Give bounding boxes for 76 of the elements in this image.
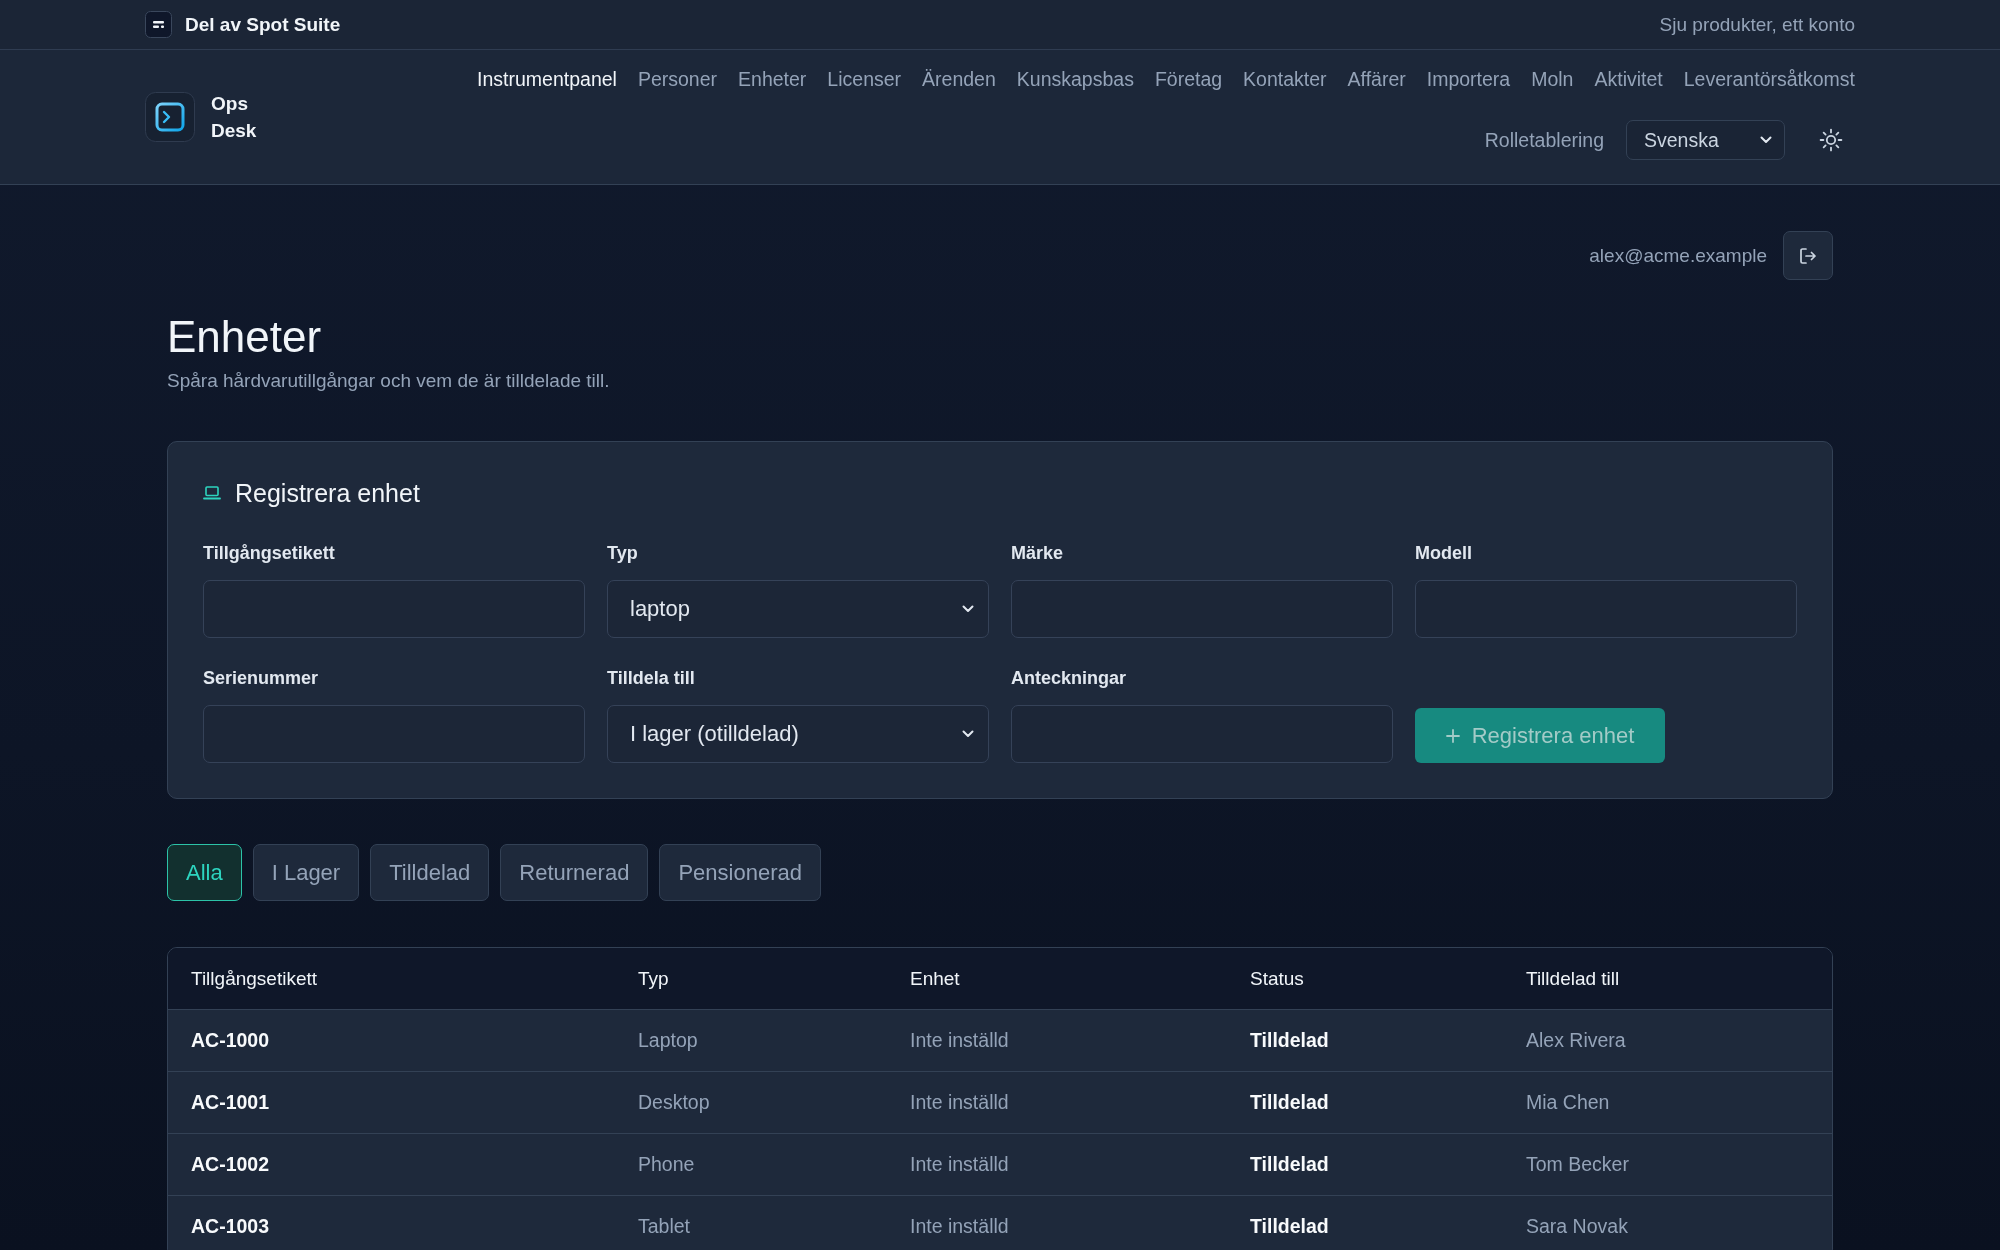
nav-link[interactable]: Aktivitet [1594, 67, 1663, 91]
table-cell: Alex Rivera [1503, 1010, 1832, 1072]
column-header: Typ [615, 948, 887, 1010]
table-cell: Sara Novak [1503, 1196, 1832, 1250]
app-logo-icon [145, 92, 195, 142]
nav-link[interactable]: Instrumentpanel [477, 67, 617, 91]
nav-link[interactable]: Leverantörsåtkomst [1683, 67, 1855, 91]
filter-tab[interactable]: Pensionerad [659, 844, 821, 901]
table-cell: Inte inställd [887, 1196, 1227, 1250]
nav-link[interactable]: Företag [1154, 67, 1223, 91]
table-cell: Phone [615, 1134, 887, 1196]
column-header: Status [1227, 948, 1503, 1010]
nav-link[interactable]: Kontakter [1243, 67, 1327, 91]
filter-tab[interactable]: Alla [167, 844, 242, 901]
field-label: Anteckningar [1011, 668, 1128, 688]
logout-button[interactable] [1783, 231, 1833, 280]
text-field[interactable] [1011, 580, 1393, 638]
laptop-icon [203, 486, 221, 500]
nav-link[interactable]: Licenser [827, 67, 902, 91]
nav-link[interactable]: Kunskapsbas [1016, 67, 1134, 91]
logout-icon [1798, 245, 1818, 266]
chevron-down-icon [962, 605, 974, 613]
user-email: alex@acme.example [1589, 244, 1767, 267]
plus-icon [1445, 728, 1460, 743]
filter-tab[interactable]: I Lager [252, 844, 360, 901]
page-subtitle: Spåra hårdvarutillgångar och vem de är tilldelade till. [167, 369, 611, 393]
filter-tab[interactable]: Returnerad [500, 844, 649, 901]
table-cell: Tablet [615, 1196, 887, 1250]
nav-link[interactable]: Personer [637, 67, 718, 91]
table-cell: Laptop [615, 1010, 887, 1072]
table-cell: Inte inställd [887, 1072, 1227, 1134]
field-label: Serienummer [203, 668, 320, 688]
select-field[interactable]: laptop [607, 580, 989, 638]
filter-tab[interactable]: Tilldelad [370, 844, 490, 901]
suite-title: Del av Spot Suite [185, 13, 341, 36]
field-label: Modell [1415, 543, 1473, 563]
page-title: Enheter [167, 311, 323, 363]
column-header: Tilldelad till [1503, 948, 1832, 1010]
text-field[interactable] [203, 580, 585, 638]
table-cell: Inte inställd [887, 1010, 1227, 1072]
text-field[interactable] [1415, 580, 1797, 638]
table-cell: AC-1002 [168, 1134, 615, 1196]
card-title: Registrera enhet [235, 478, 420, 508]
text-field[interactable] [203, 705, 585, 763]
table-cell: Desktop [615, 1072, 887, 1134]
nav-link[interactable]: Moln [1531, 67, 1574, 91]
text-field[interactable] [1011, 705, 1393, 763]
suite-logo-icon [145, 11, 172, 38]
table-cell: Mia Chen [1503, 1072, 1832, 1134]
table-cell: Inte inställd [887, 1134, 1227, 1196]
suite-tagline: Sju produkter, ett konto [1659, 13, 1855, 36]
table-cell: Tilldelad [1227, 1010, 1503, 1072]
table-cell: Tilldelad [1227, 1134, 1503, 1196]
language-select[interactable]: Svenska [1626, 120, 1785, 160]
nav-link[interactable]: Affärer [1347, 67, 1406, 91]
table-cell: AC-1003 [168, 1196, 615, 1250]
column-header: Tillgångsetikett [168, 948, 615, 1010]
field-label: Märke [1011, 543, 1065, 563]
field-label: Tillgångsetikett [203, 543, 336, 563]
app-name: Ops Desk [211, 92, 257, 143]
field-label: Tilldela till [607, 668, 696, 688]
nav-link[interactable]: Ärenden [922, 67, 996, 91]
nav-link[interactable]: Rolletablering [1484, 128, 1604, 152]
nav-link[interactable]: Importera [1426, 67, 1511, 91]
chevron-down-icon [962, 730, 974, 738]
table-cell: Tom Becker [1503, 1134, 1832, 1196]
chevron-down-icon [1760, 136, 1772, 144]
sun-icon[interactable] [1819, 128, 1843, 152]
nav-link[interactable]: Enheter [738, 67, 807, 91]
column-header: Enhet [887, 948, 1227, 1010]
table-cell: AC-1001 [168, 1072, 615, 1134]
table-cell: Tilldelad [1227, 1072, 1503, 1134]
table-cell: Tilldelad [1227, 1196, 1503, 1250]
table-cell: AC-1000 [168, 1010, 615, 1072]
select-field[interactable]: I lager (otilldelad) [607, 705, 989, 763]
field-label: Typ [607, 543, 639, 563]
